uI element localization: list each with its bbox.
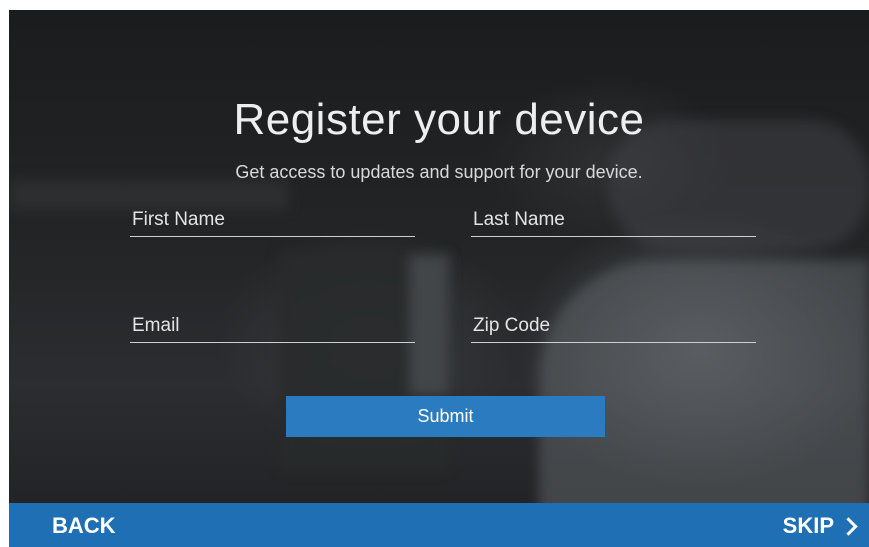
registration-screen: Register your device Get access to updat… <box>9 10 869 547</box>
last-name-field[interactable] <box>471 207 756 237</box>
skip-label: SKIP <box>782 513 834 538</box>
registration-form-panel: Register your device Get access to updat… <box>9 10 869 547</box>
email-field[interactable] <box>130 313 415 343</box>
page-title: Register your device <box>233 95 645 144</box>
page-subtitle: Get access to updates and support for yo… <box>235 162 643 182</box>
zip-code-field[interactable] <box>471 313 756 343</box>
footer-nav-bar: BACK SKIP <box>9 503 869 547</box>
first-name-field[interactable] <box>130 207 415 237</box>
chevron-right-icon <box>839 516 858 536</box>
submit-button[interactable]: Submit <box>286 396 605 437</box>
back-button[interactable]: BACK <box>52 513 116 539</box>
skip-button[interactable]: SKIP <box>783 513 859 539</box>
